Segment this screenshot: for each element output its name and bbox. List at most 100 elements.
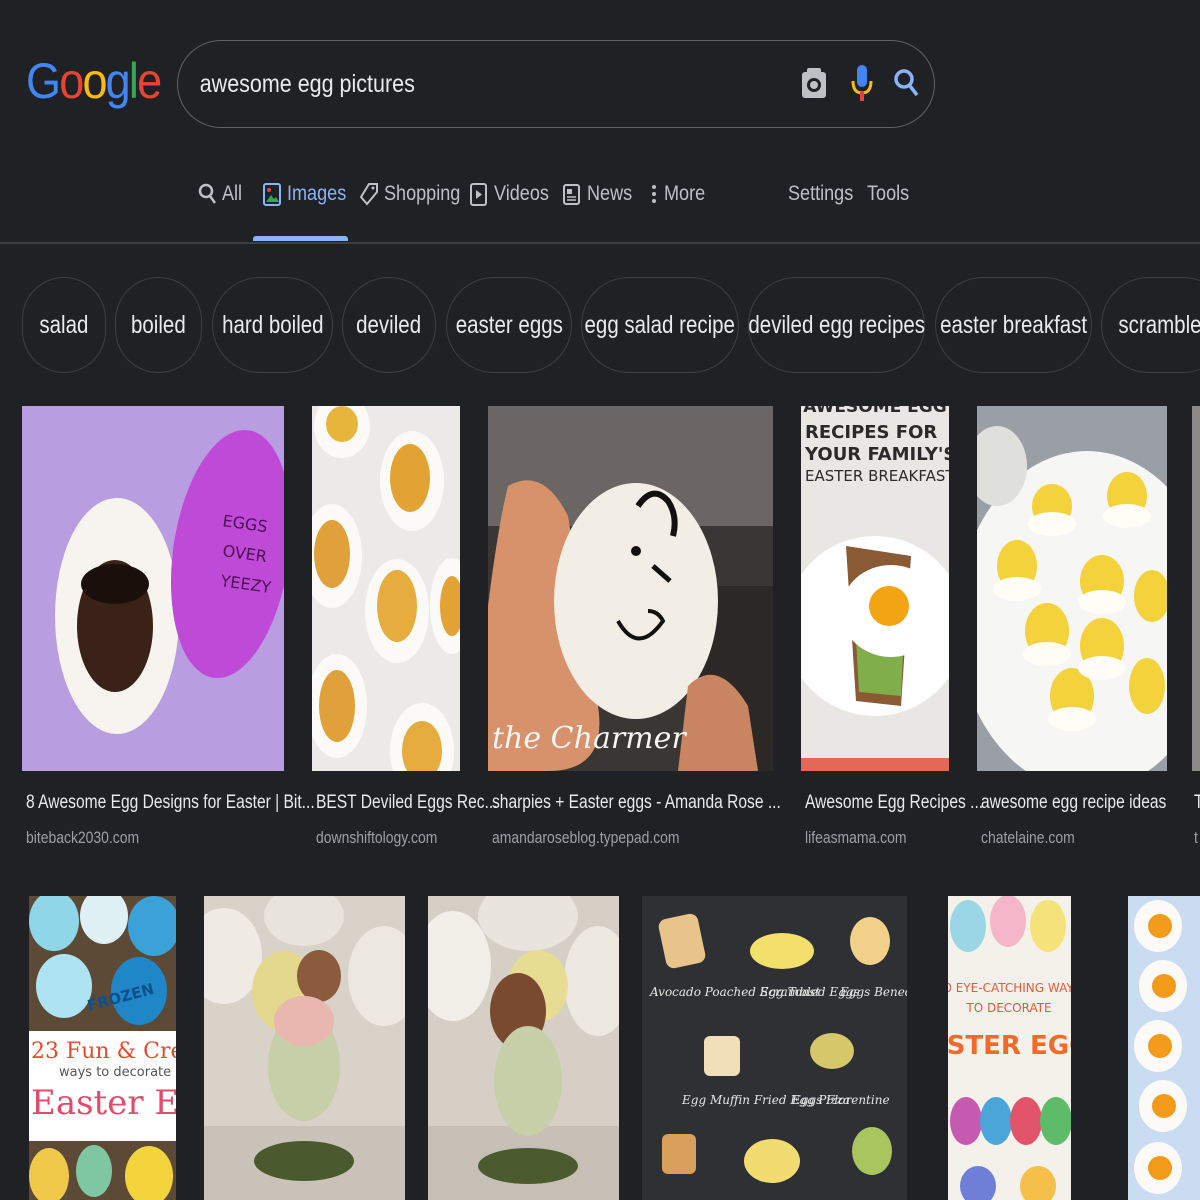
result-thumbnail[interactable]: Avocado Poached Egg Toast Scrambled Eggs… — [642, 896, 907, 1200]
pin-text-line: EASTER BREAKFAST — [805, 467, 949, 485]
chip-label: easter breakfast — [940, 310, 1088, 339]
logo-letter: e — [137, 53, 162, 109]
pin-text-line: YOUR FAMILY'S — [804, 444, 949, 465]
tab-label: All — [222, 182, 243, 205]
result-thumbnail[interactable] — [1192, 406, 1200, 771]
google-logo[interactable]: Google — [26, 52, 162, 110]
tab-more[interactable]: More — [650, 170, 712, 242]
more-vert-icon — [652, 185, 656, 203]
result-thumbnail[interactable]: the Charmer — [488, 406, 773, 771]
tab-news[interactable]: News — [563, 170, 640, 242]
image-result[interactable]: 20 EYE-CATCHING WAYS TO DECORATE EASTER … — [948, 896, 1071, 1200]
chip-label: deviled egg recipes — [748, 310, 925, 339]
image-icon — [263, 183, 281, 206]
logo-letter: g — [105, 53, 131, 109]
search-input[interactable] — [198, 63, 684, 105]
image-result[interactable]: EGGS OVER YEEZY 8 Awesome Egg Designs fo… — [22, 406, 315, 856]
pin-text-line: AWESOME EGG — [803, 406, 946, 417]
result-thumbnail[interactable]: 20 EYE-CATCHING WAYS TO DECORATE EASTER … — [948, 896, 1071, 1200]
watermark-text: the Charmer — [492, 721, 687, 756]
tab-videos[interactable]: Videos — [470, 170, 558, 242]
camera-icon[interactable] — [794, 63, 834, 103]
logo-letter: G — [26, 53, 61, 109]
related-searches-chips: salad boiled hard boiled deviled easter … — [0, 277, 1200, 375]
result-caption[interactable]: sharpies + Easter eggs - Amanda Rose ... — [492, 792, 781, 814]
image-result[interactable] — [204, 896, 405, 1200]
header-divider — [0, 242, 1200, 244]
result-thumbnail[interactable] — [977, 406, 1167, 771]
chip-label: scrambled — [1118, 310, 1200, 339]
pin-text-line: ways to decorate — [59, 1065, 171, 1080]
image-result[interactable]: T t — [1192, 406, 1200, 856]
tools-label: Tools — [867, 182, 910, 205]
chip-label: egg salad recipe — [584, 310, 736, 339]
result-source[interactable]: t — [1194, 828, 1198, 848]
image-result[interactable]: the Charmer sharpies + Easter eggs - Ama… — [488, 406, 781, 856]
chip-boiled[interactable]: boiled — [115, 277, 202, 373]
pin-text-line: EASTER EGGS — [948, 1031, 1071, 1061]
image-result[interactable]: BEST Deviled Eggs Rec... downshiftology.… — [312, 406, 498, 856]
chip-easter-eggs[interactable]: easter eggs — [446, 277, 572, 373]
result-source[interactable]: amandaroseblog.typepad.com — [492, 828, 680, 848]
result-thumbnail[interactable]: AWESOME EGG RECIPES FOR YOUR FAMILY'S EA… — [801, 406, 949, 771]
image-result[interactable] — [1128, 896, 1200, 1200]
pin-text-line: TO DECORATE — [965, 1001, 1051, 1015]
tab-label: Shopping — [384, 182, 461, 205]
result-thumbnail[interactable] — [204, 896, 405, 1200]
result-caption[interactable]: Awesome Egg Recipes ... — [805, 792, 983, 814]
active-tab-indicator — [253, 236, 348, 241]
result-thumbnail[interactable] — [1128, 896, 1200, 1200]
pin-text-line: 23 Fun & Creative — [31, 1039, 176, 1064]
tag-icon — [360, 183, 378, 206]
tab-label: Images — [287, 182, 347, 205]
image-result[interactable]: FROZEN 23 Fun & Creative ways to decorat… — [29, 896, 176, 1200]
result-caption[interactable]: awesome egg recipe ideas — [981, 792, 1166, 814]
tab-all[interactable]: All — [198, 170, 245, 242]
result-source[interactable]: lifeasmama.com — [805, 828, 906, 848]
chip-easter-breakfast[interactable]: easter breakfast — [935, 277, 1092, 373]
search-tabs: All Images Shopping Videos News More Set… — [0, 170, 1200, 242]
chip-deviled[interactable]: deviled — [342, 277, 436, 373]
result-thumbnail[interactable] — [428, 896, 619, 1200]
settings-label: Settings — [788, 182, 854, 205]
play-icon — [470, 183, 487, 206]
result-thumbnail[interactable]: EGGS OVER YEEZY — [22, 406, 284, 771]
settings-link[interactable]: Settings — [788, 170, 864, 242]
tab-label: More — [664, 182, 706, 205]
chip-label: salad — [39, 310, 89, 339]
result-thumbnail[interactable] — [312, 406, 460, 771]
tab-label: News — [587, 182, 633, 205]
chip-egg-salad-recipe[interactable]: egg salad recipe — [581, 277, 739, 373]
image-result[interactable]: Avocado Poached Egg Toast Scrambled Eggs… — [642, 896, 907, 1200]
search-icon — [198, 183, 216, 204]
result-caption[interactable]: BEST Deviled Eggs Rec... — [316, 792, 498, 814]
tab-images[interactable]: Images — [263, 170, 356, 242]
chip-hard-boiled[interactable]: hard boiled — [212, 277, 333, 373]
image-result[interactable]: awesome egg recipe ideas chatelaine.com — [977, 406, 1167, 856]
result-source[interactable]: biteback2030.com — [26, 828, 139, 848]
tab-shopping[interactable]: Shopping — [360, 170, 473, 242]
result-caption[interactable]: 8 Awesome Egg Designs for Easter | Bit..… — [26, 792, 315, 814]
chip-label: easter eggs — [455, 310, 563, 339]
microphone-icon[interactable] — [842, 63, 882, 103]
pin-text-line: Easter Eggs — [31, 1083, 176, 1123]
search-box[interactable] — [177, 40, 935, 128]
search-icon[interactable] — [886, 63, 926, 103]
newspaper-icon — [563, 184, 580, 205]
chip-scrambled[interactable]: scrambled — [1101, 277, 1200, 373]
menu-text: Eggs Florentine — [791, 1093, 890, 1107]
result-caption[interactable]: T — [1194, 792, 1200, 814]
chip-salad[interactable]: salad — [22, 277, 106, 373]
logo-letter: o — [82, 53, 107, 109]
logo-letter: o — [59, 53, 84, 109]
tools-link[interactable]: Tools — [867, 170, 916, 242]
image-result[interactable] — [428, 896, 619, 1200]
result-source[interactable]: chatelaine.com — [981, 828, 1075, 848]
result-thumbnail[interactable]: FROZEN 23 Fun & Creative ways to decorat… — [29, 896, 176, 1200]
chip-label: deviled — [356, 310, 422, 339]
chip-deviled-egg-recipes[interactable]: deviled egg recipes — [748, 277, 925, 373]
chip-label: hard boiled — [221, 310, 324, 339]
result-source[interactable]: downshiftology.com — [316, 828, 437, 848]
pin-text-line: 20 EYE-CATCHING WAYS — [948, 981, 1071, 995]
image-result[interactable]: AWESOME EGG RECIPES FOR YOUR FAMILY'S EA… — [801, 406, 983, 856]
